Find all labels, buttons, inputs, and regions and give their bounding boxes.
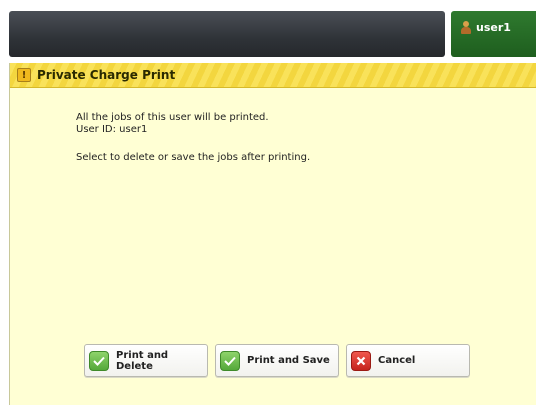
user-name: user1 bbox=[476, 21, 511, 34]
cancel-label: Cancel bbox=[378, 355, 416, 366]
close-icon bbox=[351, 350, 371, 371]
message-line-jobs: All the jobs of this user will be printe… bbox=[76, 112, 269, 123]
print-and-save-button[interactable]: Print and Save bbox=[215, 344, 339, 377]
print-and-delete-button[interactable]: Print and Delete bbox=[84, 344, 208, 377]
print-and-delete-label: Print and Delete bbox=[116, 349, 169, 372]
print-and-save-label: Print and Save bbox=[247, 355, 330, 366]
check-icon bbox=[89, 350, 109, 371]
dialog-title-bar: ! Private Charge Print bbox=[10, 63, 536, 88]
user-account-tab[interactable]: user1 bbox=[451, 11, 536, 57]
screen-frame: user1 ! Private Charge Print All the job… bbox=[0, 0, 536, 405]
top-status-bar bbox=[9, 11, 445, 57]
dialog-title: Private Charge Print bbox=[37, 68, 176, 82]
message-line-instruction: Select to delete or save the jobs after … bbox=[76, 152, 311, 163]
user-icon bbox=[460, 21, 472, 34]
cancel-button[interactable]: Cancel bbox=[346, 344, 470, 377]
check-icon bbox=[220, 350, 240, 371]
warning-icon: ! bbox=[17, 68, 31, 82]
message-line-user-id: User ID: user1 bbox=[76, 124, 148, 135]
dialog-message: All the jobs of this user will be printe… bbox=[76, 112, 310, 164]
